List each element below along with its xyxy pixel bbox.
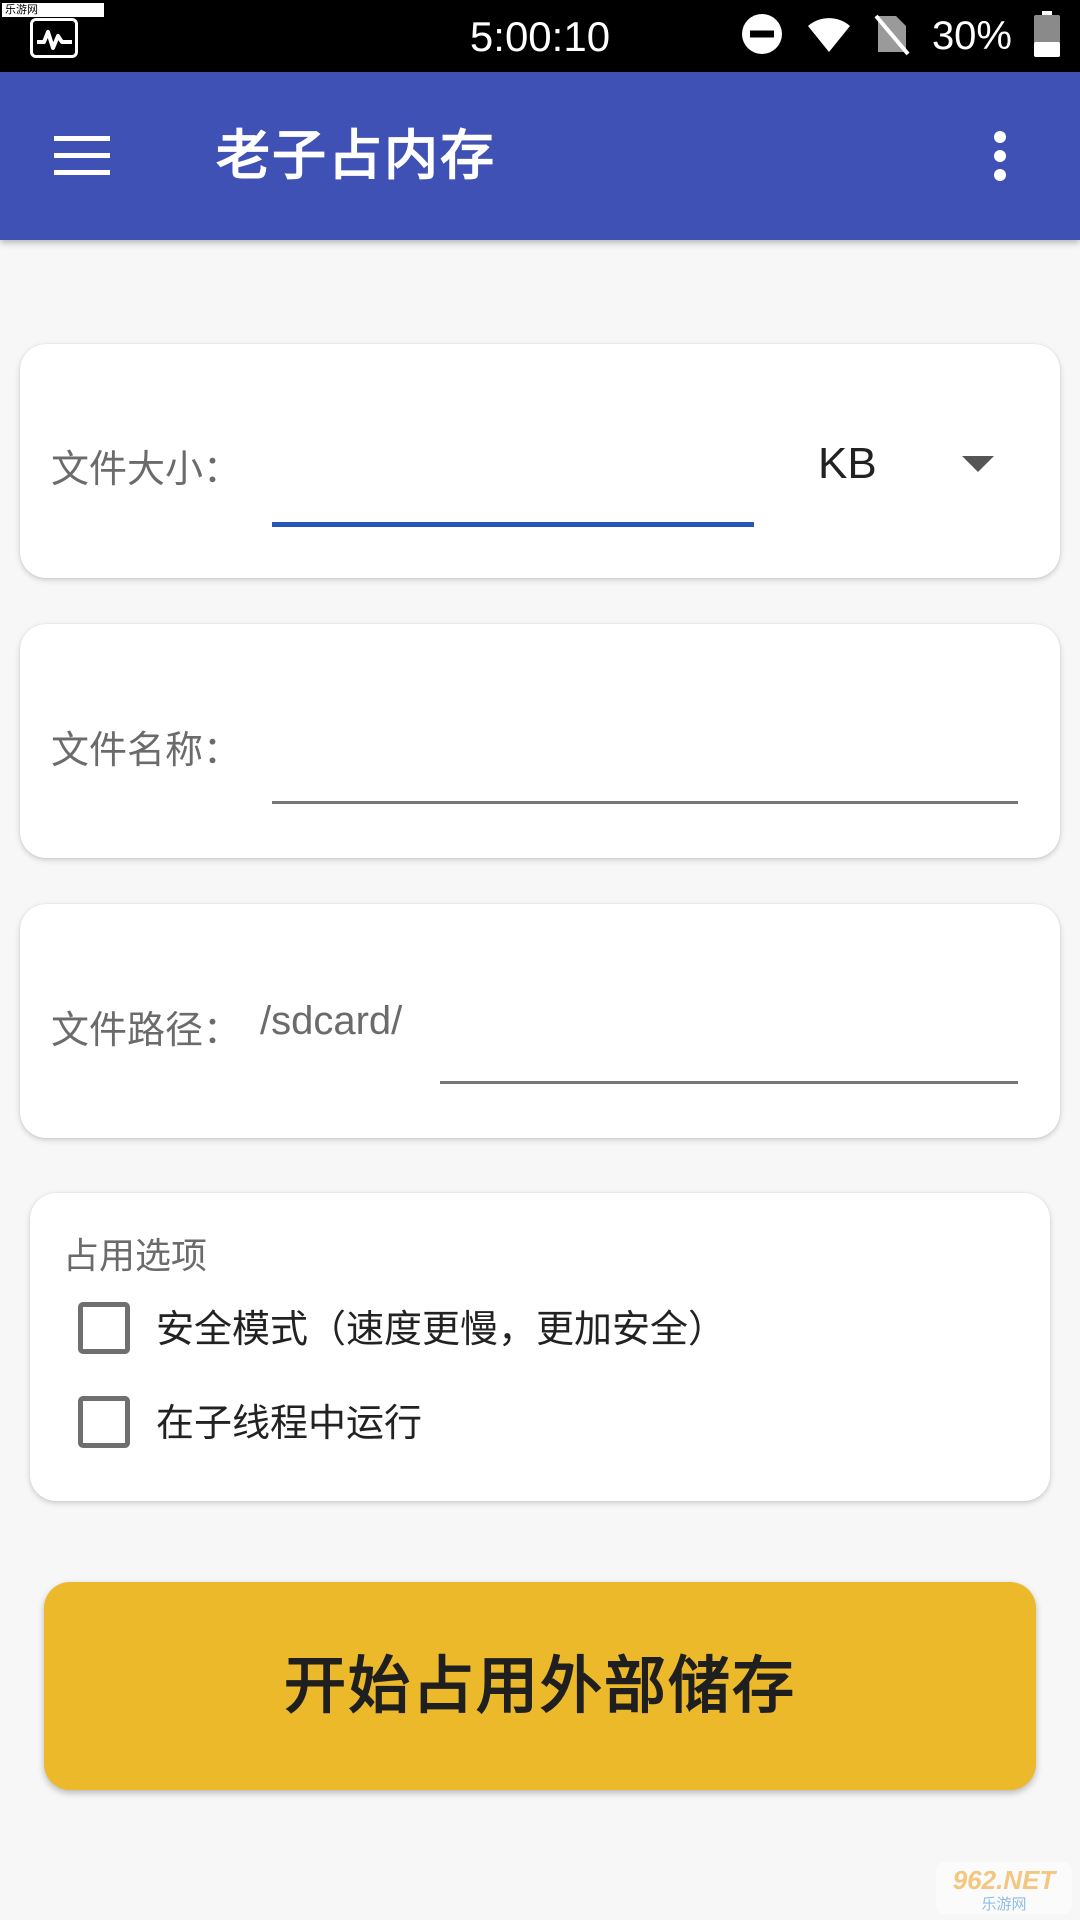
site-logo-watermark: 962.NET 乐游网 [936,1862,1072,1914]
safe-mode-checkbox[interactable] [78,1302,130,1354]
svg-text:962.NET: 962.NET [953,1865,1058,1895]
options-heading: 占用选项 [63,1236,208,1277]
safe-mode-label: 安全模式（速度更慢，更加安全） [156,1307,727,1351]
app-title: 老子占内存 [216,124,496,187]
background-thread-checkbox[interactable] [78,1396,130,1448]
overflow-menu-button[interactable] [960,116,1040,196]
file-path-card: 文件路径： /sdcard/ [20,904,1060,1138]
unit-dropdown[interactable]: KB [784,424,1024,504]
file-size-label: 文件大小： [51,447,242,491]
file-path-input[interactable] [440,994,1016,1054]
file-name-card: 文件名称： [20,624,1060,858]
start-occupy-storage-button[interactable]: 开始占用外部储存 [44,1582,1036,1790]
svg-text:乐游网: 乐游网 [981,1895,1026,1913]
file-path-prefix: /sdcard/ [260,999,403,1043]
do-not-disturb-icon [740,12,784,60]
app-bar: 老子占内存 [0,72,1080,240]
background-thread-option[interactable]: 在子线程中运行 [78,1394,678,1454]
hamburger-menu-icon [54,136,110,175]
file-size-card: 文件大小： KB [20,344,1060,578]
status-bar: 乐游网 www.962.net 5:00:10 30% [0,0,1080,72]
no-sim-icon [874,12,910,60]
dropdown-arrow-icon [962,456,994,472]
unit-dropdown-value: KB [818,439,877,488]
watermark-tag: 乐游网 www.962.net [2,3,104,30]
status-bar-left: 乐游网 www.962.net [0,0,104,72]
status-icons: 30% [718,0,1060,72]
more-vert-icon [994,131,1006,181]
status-clock: 5:00:10 [469,13,611,60]
file-name-label: 文件名称： [51,728,242,772]
file-size-input[interactable] [272,434,752,494]
file-name-input-underline [272,801,1018,804]
file-path-label: 文件路径： [51,1008,242,1052]
menu-button[interactable] [40,116,120,196]
file-size-input-underline [272,522,754,527]
file-path-input-underline [440,1081,1018,1084]
wifi-icon [806,14,852,58]
battery-percentage: 30% [931,13,1012,58]
activity-monitor-icon [30,18,78,58]
background-thread-label: 在子线程中运行 [156,1401,423,1445]
battery-icon [1034,11,1060,61]
file-name-input[interactable] [272,714,1016,774]
options-card: 占用选项 安全模式（速度更慢，更加安全） 在子线程中运行 [30,1193,1050,1501]
safe-mode-option[interactable]: 安全模式（速度更慢，更加安全） [78,1300,978,1360]
